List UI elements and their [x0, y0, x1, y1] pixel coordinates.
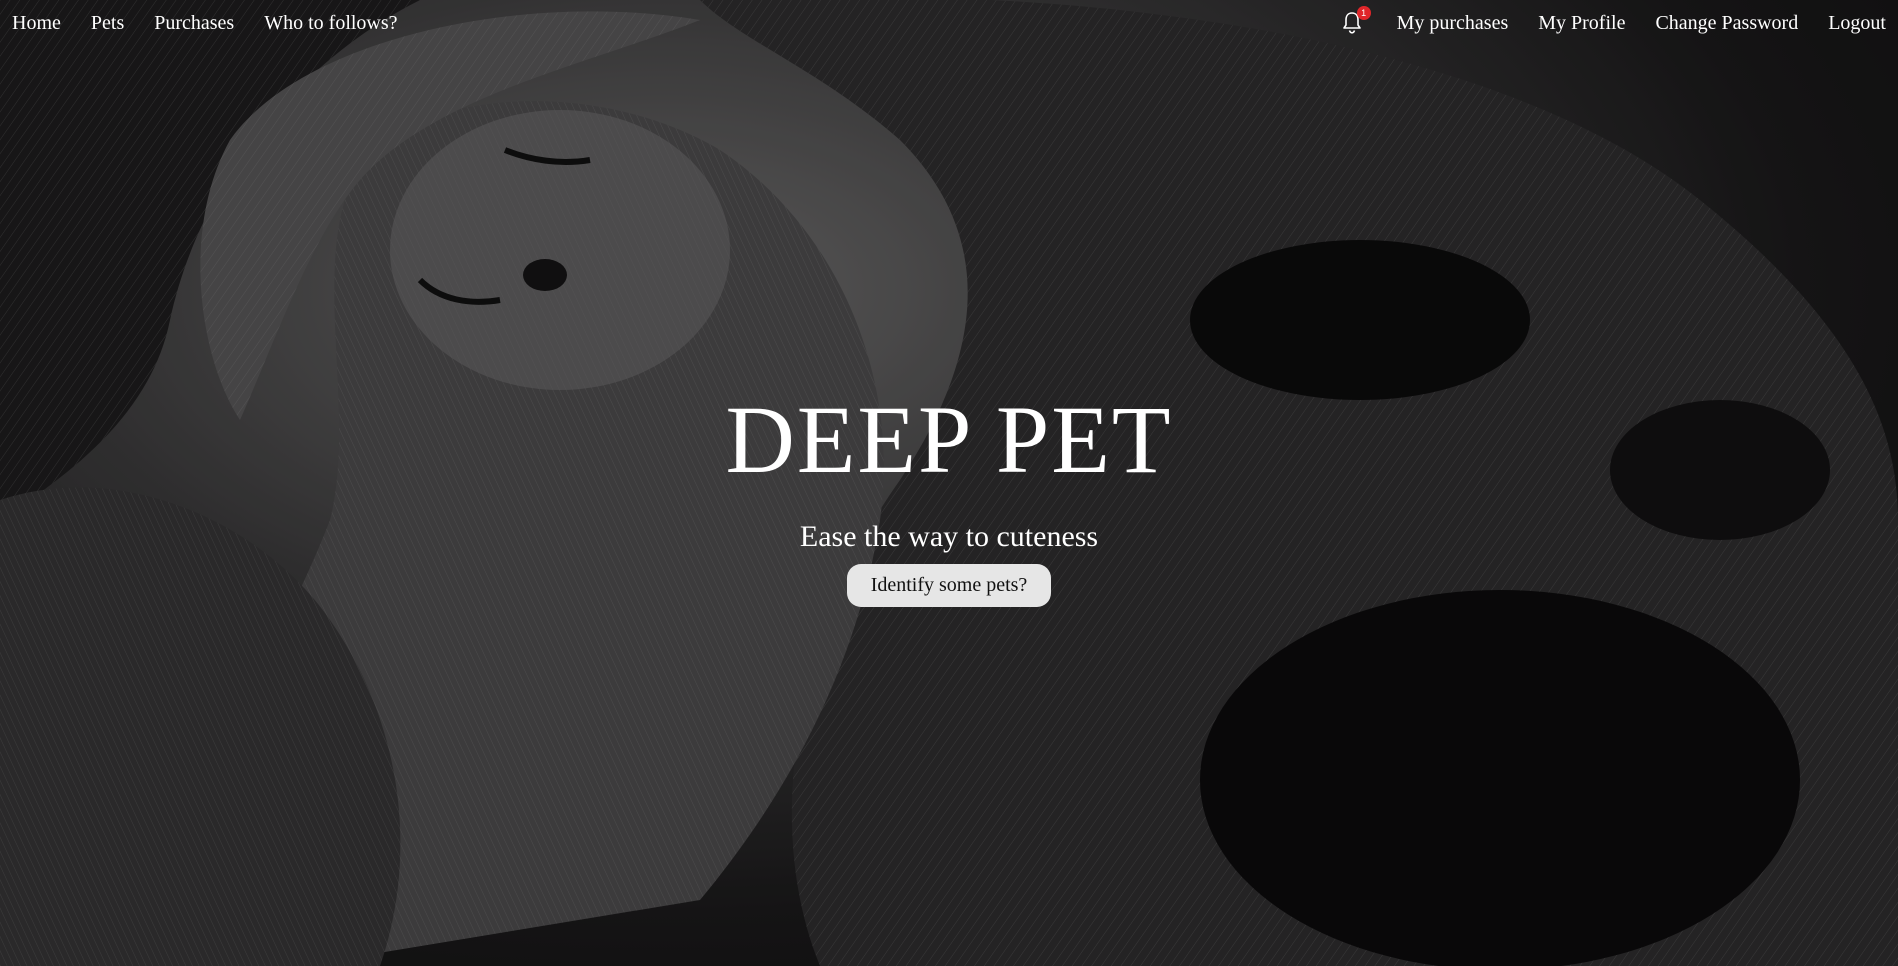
identify-pets-button[interactable]: Identify some pets?	[846, 564, 1052, 607]
hero-content: DEEP PET Ease the way to cuteness Identi…	[0, 392, 1898, 607]
nav-who-to-follow-link[interactable]: Who to follows?	[264, 12, 397, 35]
hero-section: Home Pets Purchases Who to follows? 1 My…	[0, 0, 1898, 966]
nav-pets-link[interactable]: Pets	[91, 12, 124, 35]
hero-title: DEEP PET	[725, 386, 1173, 493]
top-navigation: Home Pets Purchases Who to follows? 1 My…	[0, 0, 1898, 46]
notifications-button[interactable]: 1	[1339, 6, 1371, 37]
nav-home-link[interactable]: Home	[12, 12, 61, 35]
notification-count-badge: 1	[1356, 6, 1371, 20]
hero-subtitle: Ease the way to cuteness	[799, 520, 1099, 553]
nav-left-group: Home Pets Purchases Who to follows?	[0, 12, 416, 35]
nav-my-purchases-link[interactable]: My purchases	[1397, 12, 1509, 35]
nav-my-profile-link[interactable]: My Profile	[1538, 12, 1625, 35]
nav-logout-link[interactable]: Logout	[1828, 12, 1886, 35]
nav-change-password-link[interactable]: Change Password	[1655, 12, 1798, 35]
nav-purchases-link[interactable]: Purchases	[154, 12, 234, 35]
nav-right-group: 1 My purchases My Profile Change Passwor…	[1339, 6, 1898, 37]
